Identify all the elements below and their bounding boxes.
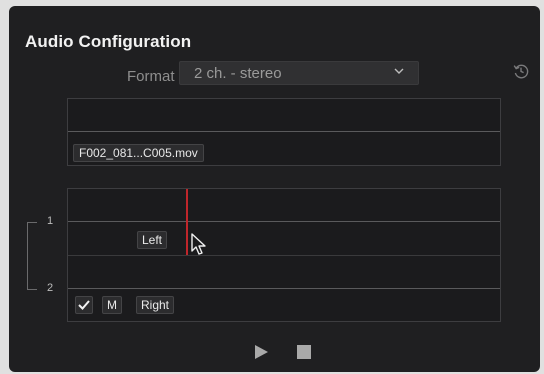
channel-mapping-area[interactable] bbox=[67, 188, 501, 322]
playhead-marker[interactable] bbox=[186, 189, 188, 255]
format-label: Format bbox=[127, 68, 175, 85]
chevron-down-icon bbox=[394, 68, 404, 74]
channel-number-2: 2 bbox=[47, 282, 54, 294]
channel-pair-bracket bbox=[27, 222, 37, 290]
channel-left-label[interactable]: Left bbox=[137, 231, 168, 249]
format-dropdown[interactable]: 2 ch. - stereo bbox=[179, 61, 419, 85]
clip-track-line bbox=[68, 131, 500, 132]
pointer-cursor-icon bbox=[191, 233, 206, 255]
mute-button[interactable]: M bbox=[102, 296, 122, 314]
checkmark-icon bbox=[78, 300, 90, 310]
panel-title: Audio Configuration bbox=[25, 32, 192, 51]
channel-number-1: 1 bbox=[47, 215, 54, 227]
channel-enable-checkbox[interactable] bbox=[75, 296, 93, 314]
clip-name-badge: F002_081...C005.mov bbox=[73, 144, 204, 162]
stop-icon[interactable] bbox=[297, 345, 311, 359]
channel-right-label[interactable]: Right bbox=[136, 296, 175, 314]
channel-2-line bbox=[68, 288, 500, 289]
reset-history-icon[interactable] bbox=[512, 62, 530, 80]
audio-configuration-panel: Audio Configuration Format 2 ch. - stere… bbox=[9, 6, 540, 372]
channel-1-line bbox=[68, 221, 500, 222]
format-value: 2 ch. - stereo bbox=[194, 65, 282, 82]
clip-track[interactable]: F002_081...C005.mov bbox=[67, 98, 501, 166]
channel-divider bbox=[68, 255, 500, 256]
play-icon[interactable] bbox=[253, 344, 269, 360]
window-frame: Audio Configuration Format 2 ch. - stere… bbox=[0, 0, 544, 374]
